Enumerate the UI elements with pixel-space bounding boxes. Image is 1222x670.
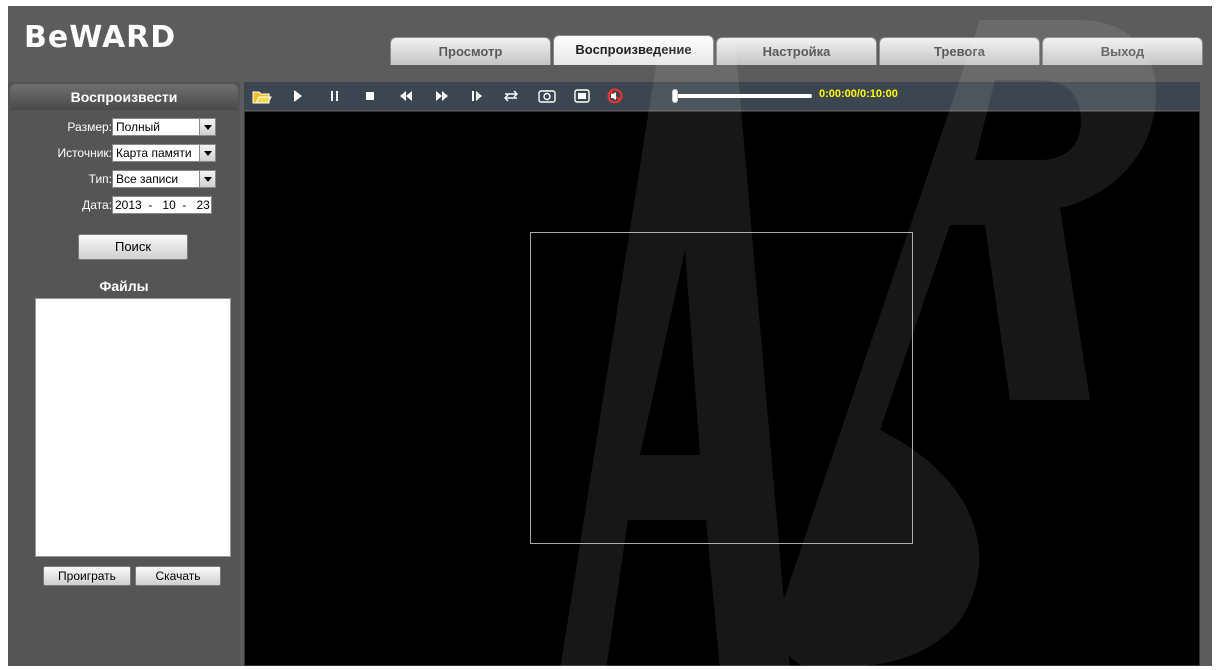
video-frame [530, 232, 913, 544]
stop-icon[interactable] [364, 88, 376, 104]
type-select[interactable]: Все записи [112, 170, 216, 188]
date-input[interactable]: 2013 - 10 - 23 [112, 196, 212, 214]
sidebar-title: Воспроизвести [10, 84, 238, 110]
size-row: Размер: Полный [8, 118, 240, 138]
size-label: Размер: [67, 120, 112, 134]
tab-alarm[interactable]: Тревога [879, 37, 1040, 65]
size-select-value: Полный [116, 120, 160, 134]
tab-view[interactable]: Просмотр [390, 37, 551, 65]
player-toolbar: 0:00:00/0:10:00 [244, 82, 1200, 110]
play-file-button[interactable]: Проиграть [43, 566, 131, 586]
fast-forward-icon[interactable] [434, 88, 450, 104]
date-day[interactable]: 23 [196, 198, 209, 212]
type-row: Тип: Все записи [8, 170, 240, 190]
chevron-down-icon[interactable] [199, 171, 215, 187]
fullscreen-icon[interactable] [574, 88, 590, 104]
chevron-down-icon[interactable] [199, 119, 215, 135]
playback-sidebar: Воспроизвести Размер: Полный Источник: К… [8, 82, 240, 666]
source-row: Источник: Карта памяти [8, 144, 240, 164]
seek-handle[interactable] [672, 89, 678, 103]
download-button[interactable]: Скачать [135, 566, 221, 586]
step-frame-icon[interactable] [470, 88, 484, 104]
date-year[interactable]: 2013 [115, 198, 142, 212]
size-select[interactable]: Полный [112, 118, 216, 136]
date-separator: - [179, 198, 194, 212]
date-separator: - [145, 198, 160, 212]
tab-logout[interactable]: Выход [1042, 37, 1203, 65]
play-icon[interactable] [292, 88, 304, 104]
beward-logo: BeWARD [24, 20, 177, 55]
app-window: BeWARD Просмотр Воспроизведение Настройк… [8, 6, 1212, 666]
files-title: Файлы [99, 278, 149, 294]
seek-slider[interactable] [672, 89, 812, 103]
open-folder-icon[interactable] [252, 88, 272, 104]
type-select-value: Все записи [116, 172, 179, 186]
rewind-icon[interactable] [398, 88, 414, 104]
date-row: Дата: 2013 - 10 - 23 [8, 196, 240, 216]
source-label: Источник: [57, 146, 112, 160]
video-area[interactable] [244, 111, 1200, 666]
snapshot-icon[interactable] [538, 88, 556, 104]
timecode: 0:00:00/0:10:00 [819, 88, 898, 100]
chevron-down-icon[interactable] [199, 145, 215, 161]
files-list[interactable] [35, 298, 231, 557]
pause-icon[interactable] [329, 88, 341, 104]
tab-playback[interactable]: Воспроизведение [553, 35, 714, 65]
date-label: Дата: [82, 198, 112, 212]
search-button[interactable]: Поиск [78, 234, 188, 260]
tab-settings[interactable]: Настройка [716, 37, 877, 65]
loop-icon[interactable] [502, 88, 520, 104]
source-select[interactable]: Карта памяти [112, 144, 216, 162]
source-select-value: Карта памяти [116, 146, 192, 160]
date-month[interactable]: 10 [162, 198, 175, 212]
mute-icon[interactable] [606, 88, 624, 104]
type-label: Тип: [88, 172, 112, 186]
